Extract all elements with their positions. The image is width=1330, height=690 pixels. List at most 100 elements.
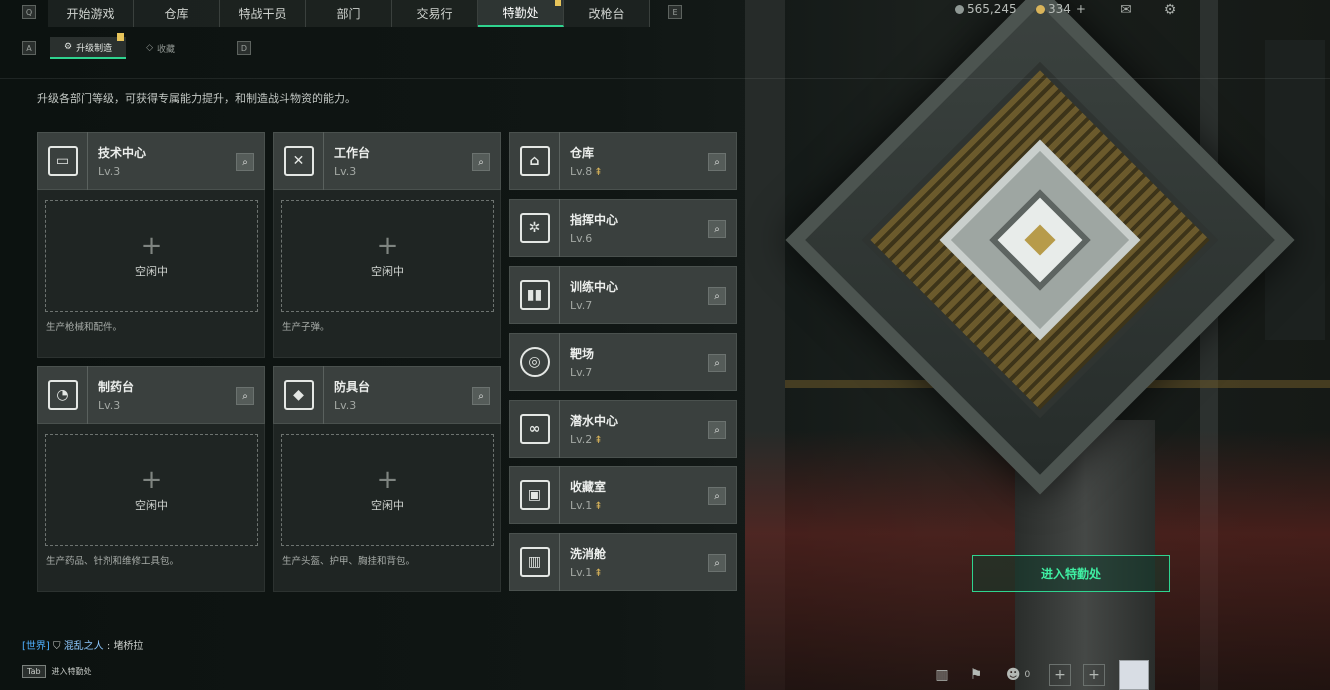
search-icon[interactable]: ⌕ <box>708 487 726 505</box>
facility-warehouse[interactable]: ⌂ 仓库 Lv.8 ⇞ ⌕ <box>509 132 737 190</box>
coin-icon <box>955 4 964 14</box>
nav-next-key[interactable]: E <box>668 5 682 19</box>
production-slot[interactable]: + 空闲中 <box>281 434 494 546</box>
microscope-icon: ◔ <box>47 380 78 410</box>
subtab-next-key[interactable]: D <box>237 41 251 55</box>
facility-title: 收藏室 <box>570 480 607 494</box>
friends-button[interactable]: ☻ 0 <box>993 661 1043 689</box>
search-icon[interactable]: ⌕ <box>472 153 490 171</box>
search-icon[interactable]: ⌕ <box>708 220 726 238</box>
facility-collection-room[interactable]: ▣ 收藏室 Lv.1 ⇞ ⌕ <box>509 466 737 524</box>
tab-start-game[interactable]: 开始游戏 <box>48 0 134 27</box>
upgrade-available-icon: ⇞ <box>594 167 603 178</box>
search-icon[interactable]: ⌕ <box>708 153 726 171</box>
workshop-card-pharmacy[interactable]: ◔ 制药台 Lv.3 ⌕ + 空闲中 生产药品、针剂和维修工具包。 <box>37 366 265 592</box>
bottom-bar: ▥ ⚑ ☻ 0 + + <box>925 660 1149 690</box>
page-description: 升级各部门等级，可获得专属能力提升，和制造战斗物资的能力。 <box>37 92 356 105</box>
enter-special-ops-button[interactable]: 进入特勤处 <box>972 555 1170 592</box>
plus-icon: + <box>140 465 163 495</box>
plus-icon: + <box>376 231 399 261</box>
search-icon[interactable]: ⌕ <box>708 287 726 305</box>
card-note: 生产头盔、护甲、胸挂和背包。 <box>282 556 416 567</box>
workshop-card-workbench[interactable]: ✕ 工作台 Lv.3 ⌕ + 空闲中 生产子弹。 <box>273 132 501 358</box>
upgrade-available-icon: ⇞ <box>594 501 603 512</box>
facility-title: 训练中心 <box>570 280 619 294</box>
tab-key: Tab <box>22 665 46 678</box>
card-level: Lv.3 <box>98 165 121 178</box>
nav-prev-key[interactable]: Q <box>22 5 36 19</box>
flag-icon[interactable]: ⚑ <box>959 661 993 689</box>
slot-status: 空闲中 <box>135 499 168 512</box>
chat-channel: [世界] <box>22 641 50 652</box>
upgrade-available-icon: ⇞ <box>594 435 603 446</box>
workshop-card-armor-bench[interactable]: ◆ 防具台 Lv.3 ⌕ + 空闲中 生产头盔、护甲、胸挂和背包。 <box>273 366 501 592</box>
card-note: 生产枪械和配件。 <box>46 322 123 333</box>
subtab-collection[interactable]: ◇ 收藏 <box>132 37 189 59</box>
workshop-card-tech-center[interactable]: ▭ 技术中心 Lv.3 ⌕ + 空闲中 生产枪械和配件。 <box>37 132 265 358</box>
facility-diving-center[interactable]: ∞ 潜水中心 Lv.2 ⇞ ⌕ <box>509 400 737 458</box>
notification-dot <box>555 0 561 6</box>
card-title: 技术中心 <box>98 146 147 160</box>
facility-level: Lv.2 <box>570 433 593 446</box>
card-note: 生产药品、针剂和维修工具包。 <box>46 556 180 567</box>
upgrade-icon: ⚙ <box>64 42 73 52</box>
notification-dot <box>117 33 125 41</box>
subtab-prev-key[interactable]: A <box>22 41 36 55</box>
facility-title: 潜水中心 <box>570 414 619 428</box>
plus-icon: + <box>376 465 399 495</box>
collection-icon: ▣ <box>519 480 550 510</box>
plus-icon: + <box>140 231 163 261</box>
settings-icon[interactable]: ⚙ <box>1161 2 1179 18</box>
card-note: 生产子弹。 <box>282 322 330 333</box>
upgrade-available-icon: ⇞ <box>594 568 603 579</box>
cube-artwork <box>785 0 1295 495</box>
facility-level: Lv.7 <box>570 299 593 312</box>
currency-coins: 565,245 <box>955 2 1017 16</box>
tab-warehouse[interactable]: 仓库 <box>134 0 220 27</box>
tab-operators[interactable]: 特战干员 <box>220 0 306 27</box>
add-slot-button[interactable]: + <box>1083 664 1105 686</box>
search-icon[interactable]: ⌕ <box>472 387 490 405</box>
facility-title: 靶场 <box>570 347 595 361</box>
shield-icon: ⛉ <box>53 641 64 652</box>
decon-icon: ▥ <box>519 547 550 577</box>
slot-status: 空闲中 <box>371 499 404 512</box>
card-level: Lv.3 <box>334 399 357 412</box>
search-icon[interactable]: ⌕ <box>708 354 726 372</box>
add-currency-button[interactable]: + <box>1076 2 1086 16</box>
avatar[interactable] <box>1119 660 1149 690</box>
chat-message[interactable]: [世界] ⛉ 混乱之人 : 堵桥拉 <box>22 637 143 652</box>
mail-icon[interactable]: ✉ <box>1117 2 1135 18</box>
warehouse-icon: ⌂ <box>519 146 550 176</box>
search-icon[interactable]: ⌕ <box>236 387 254 405</box>
subtab-upgrade-craft[interactable]: ⚙ 升级制造 <box>50 33 127 59</box>
card-level: Lv.3 <box>334 165 357 178</box>
tab-hint-label: 进入特勤处 <box>51 667 92 676</box>
tab-shortcut-hint[interactable]: Tab 进入特勤处 <box>22 665 92 678</box>
card-title: 制药台 <box>98 380 135 394</box>
tab-departments[interactable]: 部门 <box>306 0 392 27</box>
production-slot[interactable]: + 空闲中 <box>45 434 258 546</box>
facility-decon-chamber[interactable]: ▥ 洗消舱 Lv.1 ⇞ ⌕ <box>509 533 737 591</box>
facility-level: Lv.8 <box>570 165 593 178</box>
facility-training-center[interactable]: ▮▮ 训练中心 Lv.7 ⌕ <box>509 266 737 324</box>
tab-gunsmith[interactable]: 改枪台 <box>564 0 650 27</box>
search-icon[interactable]: ⌕ <box>708 554 726 572</box>
production-slot[interactable]: + 空闲中 <box>281 200 494 312</box>
facility-command-center[interactable]: ✲ 指挥中心 Lv.6 ⌕ <box>509 199 737 257</box>
dumbbell-icon: ▮▮ <box>519 280 550 310</box>
facility-title: 仓库 <box>570 146 595 160</box>
tab-special-ops[interactable]: 特勤处 <box>478 0 564 27</box>
production-slot[interactable]: + 空闲中 <box>45 200 258 312</box>
stats-icon[interactable]: ▥ <box>925 661 959 689</box>
search-icon[interactable]: ⌕ <box>236 153 254 171</box>
tab-trading[interactable]: 交易行 <box>392 0 478 27</box>
slot-status: 空闲中 <box>371 265 404 278</box>
facility-level: Lv.1 <box>570 566 593 579</box>
facility-shooting-range[interactable]: ◎ 靶场 Lv.7 ⌕ <box>509 333 737 391</box>
facility-title: 指挥中心 <box>570 213 619 227</box>
card-title: 防具台 <box>334 380 371 394</box>
add-slot-button[interactable]: + <box>1049 664 1071 686</box>
search-icon[interactable]: ⌕ <box>708 421 726 439</box>
sub-tabs: ⚙ 升级制造 ◇ 收藏 <box>44 33 189 59</box>
